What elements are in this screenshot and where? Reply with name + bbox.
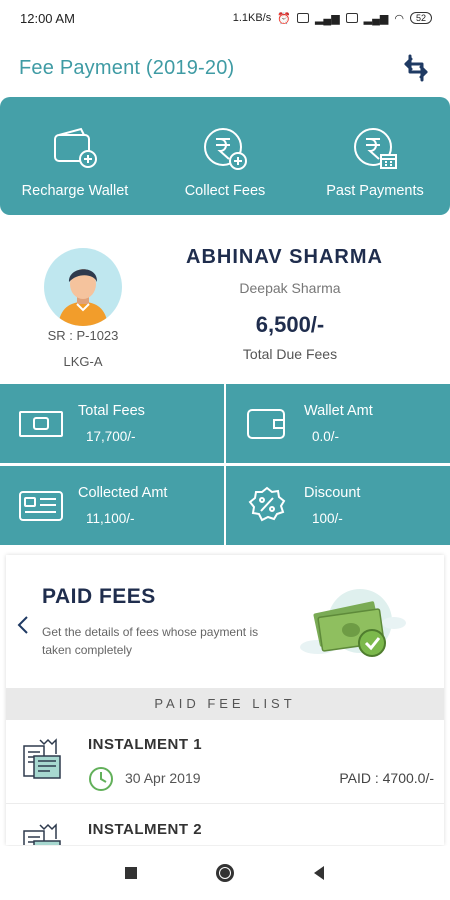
system-nav-bar: [0, 846, 450, 900]
fee-stats: Total Fees 17,700/- Wallet Amt 0.0/- Col…: [0, 384, 450, 546]
clock-icon: [89, 767, 113, 791]
stat-value: 11,100/-: [86, 511, 135, 526]
stat-label: Discount: [304, 485, 361, 501]
student-avatar-icon: [58, 269, 108, 326]
swap-arrows-icon: [404, 54, 428, 82]
past-payments-button[interactable]: Past Payments: [300, 97, 450, 215]
back-nav-button[interactable]: [307, 861, 331, 885]
money-check-icon: [300, 589, 406, 657]
chevron-left-icon: [17, 616, 28, 634]
app-header: Fee Payment (2019-20): [0, 42, 450, 94]
rupee-calendar-icon: [354, 128, 397, 169]
recharge-wallet-button[interactable]: Recharge Wallet: [0, 97, 150, 215]
student-class: LKG-A: [63, 354, 103, 369]
stat-wallet-amt[interactable]: Wallet Amt 0.0/-: [226, 384, 450, 463]
collect-fees-label: Collect Fees: [184, 183, 266, 199]
page-title: Fee Payment (2019-20): [19, 56, 235, 79]
volte2-icon: [345, 13, 358, 23]
home-button[interactable]: [213, 861, 237, 885]
paid-fees-title: PAID FEES: [42, 585, 156, 608]
list-item[interactable]: INSTALMENT 2: [6, 805, 444, 845]
signal-icon: ▂▄▆: [314, 12, 340, 25]
stat-total-fees[interactable]: Total Fees 17,700/-: [0, 384, 224, 463]
stat-label: Total Fees: [78, 403, 145, 419]
stat-value: 100/-: [312, 511, 343, 526]
status-icons: 1.1KB/s ⏰ ▂▄▆ ▂▄▆ ◠ 52: [233, 12, 432, 25]
paid-fees-card: PAID FEES Get the details of fees whose …: [6, 555, 444, 845]
paid-fee-list-header: PAID FEE LIST: [6, 688, 444, 720]
stat-label: Wallet Amt: [304, 403, 373, 419]
alarm-icon: ⏰: [277, 12, 291, 25]
status-bar: 12:00 AM 1.1KB/s ⏰ ▂▄▆ ▂▄▆ ◠ 52: [0, 0, 450, 36]
student-name: ABHINAV SHARMA: [186, 246, 383, 268]
student-sr-number: SR : P-1023: [47, 328, 119, 343]
stat-discount[interactable]: Discount 100/-: [226, 466, 450, 545]
square-icon: [125, 867, 137, 879]
stat-value: 17,700/-: [86, 429, 136, 444]
percent-badge-icon: [248, 486, 286, 522]
instalment-date: 30 Apr 2019: [125, 770, 201, 786]
list-item[interactable]: INSTALMENT 1 30 Apr 2019 PAID : 4700.0/-: [6, 720, 444, 804]
back-button[interactable]: [14, 613, 32, 637]
signal2-icon: ▂▄▆: [363, 12, 389, 25]
past-payments-label: Past Payments: [326, 183, 424, 199]
wallet-icon: [247, 409, 285, 439]
stat-label: Collected Amt: [78, 485, 168, 501]
stat-collected-amt[interactable]: Collected Amt 11,100/-: [0, 466, 224, 545]
total-due-amount: 6,500/-: [255, 312, 325, 337]
circle-icon: [216, 864, 234, 882]
status-time: 12:00 AM: [20, 10, 75, 26]
instalment-status: PAID : 4700.0/-: [339, 770, 434, 786]
swap-button[interactable]: [398, 50, 434, 86]
triangle-back-icon: [314, 866, 324, 880]
student-profile: SR : P-1023 LKG-A ABHINAV SHARMA Deepak …: [0, 228, 450, 378]
cash-note-icon: [19, 411, 63, 437]
paid-fees-subtitle: Get the details of fees whose payment is…: [42, 625, 259, 657]
volte-icon: [296, 13, 309, 23]
wifi-icon: ◠: [394, 12, 404, 25]
instalment-title: INSTALMENT 2: [88, 821, 203, 838]
network-speed: 1.1KB/s: [232, 12, 272, 24]
parent-name: Deepak Sharma: [239, 280, 341, 296]
recharge-wallet-label: Recharge Wallet: [21, 183, 129, 199]
recent-apps-button[interactable]: [119, 861, 143, 885]
receipt-money-icon: [23, 823, 61, 845]
avatar: [44, 248, 122, 326]
rupee-add-icon: [204, 128, 247, 170]
wallet-add-icon: [54, 127, 97, 168]
quick-actions: Recharge Wallet Collect Fees Past Paymen…: [0, 97, 450, 215]
id-card-icon: [19, 491, 63, 521]
battery-icon: 52: [409, 12, 432, 24]
stat-value: 0.0/-: [312, 429, 340, 444]
total-due-label: Total Due Fees: [242, 346, 338, 362]
instalment-title: INSTALMENT 1: [88, 736, 203, 753]
receipt-money-icon: [23, 738, 61, 779]
collect-fees-button[interactable]: Collect Fees: [150, 97, 300, 215]
